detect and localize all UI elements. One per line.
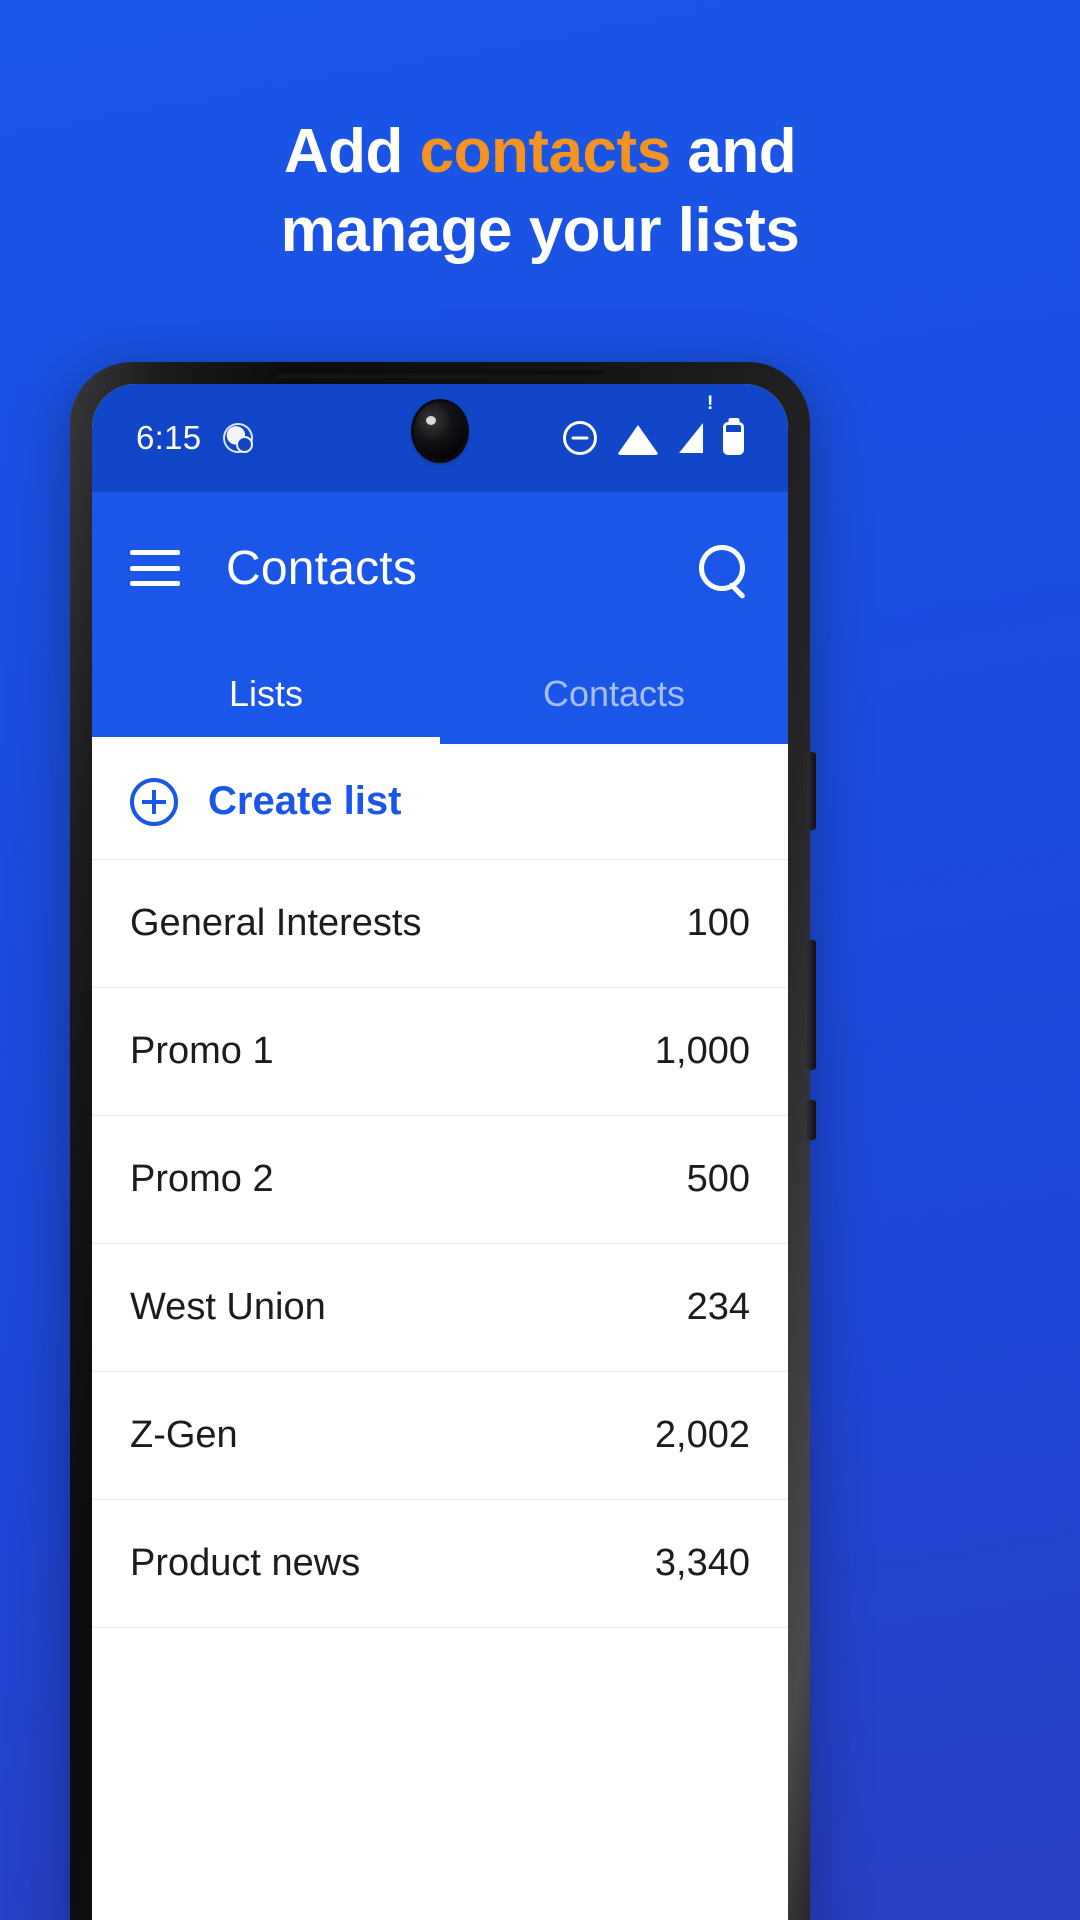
list-item-count: 3,340 <box>654 1542 750 1584</box>
phone-mockup: 6:15 Contacts Lists Contacts <box>70 362 816 1920</box>
plus-circle-icon <box>130 777 178 826</box>
do-not-disturb-icon <box>563 421 597 455</box>
headline-accent-word: contacts <box>419 117 671 186</box>
status-bar: 6:15 <box>92 384 788 492</box>
list-item-name: Product news <box>130 1542 361 1584</box>
phone-side-button-volume-up <box>807 752 816 830</box>
list-item-name: West Union <box>130 1286 326 1328</box>
wifi-icon <box>617 425 659 455</box>
list-item[interactable]: Promo 2 500 <box>92 1116 788 1244</box>
list-item-name: Z-Gen <box>130 1414 238 1456</box>
list-item[interactable]: Promo 1 1,000 <box>92 988 788 1116</box>
list-item-count: 100 <box>686 902 750 944</box>
headline-line-1: Add contacts and <box>283 117 797 186</box>
headline-text-pre: Add <box>283 117 420 186</box>
hamburger-menu-icon[interactable] <box>130 550 180 586</box>
battery-charging-icon <box>723 421 744 455</box>
list-item-count: 1,000 <box>654 1030 750 1072</box>
hamburger-line <box>130 565 180 571</box>
tab-bar: Lists Contacts <box>92 644 788 744</box>
phone-screen: 6:15 Contacts Lists Contacts <box>92 384 788 1920</box>
tab-lists[interactable]: Lists <box>92 644 440 744</box>
list-item-count: 500 <box>686 1158 750 1200</box>
page-title: Contacts <box>226 541 418 595</box>
search-icon[interactable] <box>694 540 750 596</box>
list-item-count: 234 <box>686 1286 750 1328</box>
headline-text-post: and <box>670 117 797 186</box>
list-item[interactable]: West Union 234 <box>92 1244 788 1372</box>
list-item-name: Promo 2 <box>130 1158 274 1200</box>
headline-line-2: manage your lists <box>280 196 800 266</box>
hamburger-line <box>130 581 180 586</box>
globe-sync-icon <box>223 423 254 453</box>
list-item[interactable]: General Interests 100 <box>92 860 788 988</box>
list-item[interactable]: Product news 3,340 <box>92 1500 788 1628</box>
promo-headline: Add contacts and manage your lists <box>0 112 1080 271</box>
phone-side-button-volume-down <box>807 940 816 1070</box>
create-list-label: Create list <box>208 779 402 823</box>
list-item-name: General Interests <box>130 902 422 944</box>
cellular-signal-warning-icon <box>679 393 713 453</box>
app-bar: Contacts <box>92 492 788 644</box>
phone-side-button-power <box>807 1100 816 1140</box>
hamburger-line <box>130 550 180 555</box>
lists-panel: Create list General Interests 100 Promo … <box>92 744 788 1628</box>
status-bar-left: 6:15 <box>136 419 254 457</box>
list-item-count: 2,002 <box>654 1414 750 1456</box>
list-item-name: Promo 1 <box>130 1030 274 1072</box>
front-camera-punch-hole <box>414 402 466 460</box>
tab-contacts[interactable]: Contacts <box>440 644 788 744</box>
list-item[interactable]: Z-Gen 2,002 <box>92 1372 788 1500</box>
create-list-button[interactable]: Create list <box>92 744 788 860</box>
status-bar-right <box>563 393 744 455</box>
status-bar-clock: 6:15 <box>136 419 202 456</box>
